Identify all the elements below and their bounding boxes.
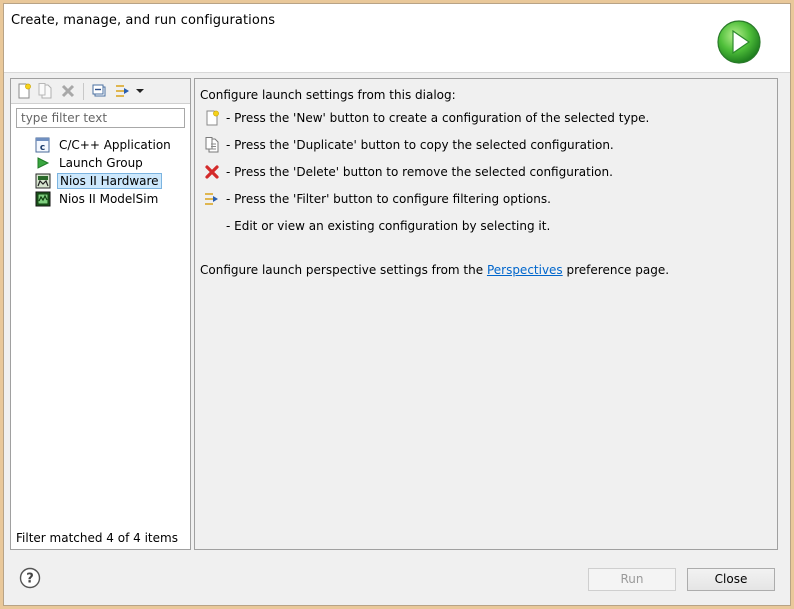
filter-icon[interactable]: [115, 83, 131, 99]
filter-status: Filter matched 4 of 4 items: [16, 531, 178, 545]
duplicate-icon: [205, 137, 219, 153]
configuration-list-panel: c C/C++ Application Launch Group Nios II…: [10, 78, 191, 550]
info-heading: Configure launch settings from this dial…: [200, 88, 456, 102]
delete-icon[interactable]: [60, 83, 76, 99]
c-application-icon: c: [35, 137, 50, 153]
tree-item-label: Nios II Hardware: [57, 173, 162, 189]
instruction-new: - Press the 'New' button to create a con…: [204, 109, 649, 127]
dialog-banner: Create, manage, and run configurations: [4, 4, 790, 73]
filter-icon: [205, 193, 218, 205]
dialog-title: Create, manage, and run configurations: [11, 13, 276, 28]
perspective-suffix: preference page.: [562, 263, 670, 277]
tree-item-label: C/C++ Application: [59, 138, 171, 152]
tree-item-c-application[interactable]: c C/C++ Application: [35, 136, 173, 154]
tree-item-label: Nios II ModelSim: [59, 192, 159, 206]
svg-text:?: ?: [26, 572, 34, 587]
new-configuration-icon: [206, 110, 219, 126]
dialog-window: Create, manage, and run configurations t…: [3, 3, 791, 606]
instruction-text: - Press the 'New' button to create a con…: [226, 111, 650, 125]
perspective-prefix: Configure launch perspective settings fr…: [200, 263, 487, 277]
tree-item-launch-group[interactable]: Launch Group: [35, 154, 145, 172]
instruction-delete: - Press the 'Delete' button to remove th…: [204, 163, 613, 181]
collapse-all-icon[interactable]: [92, 83, 108, 99]
instruction-text: - Press the 'Delete' button to remove th…: [226, 165, 613, 179]
nios-hardware-icon: [35, 173, 51, 189]
new-configuration-icon[interactable]: [16, 83, 32, 99]
instruction-duplicate: - Press the 'Duplicate' button to copy t…: [204, 136, 614, 154]
configuration-toolbar: [11, 79, 190, 104]
tree-item-nios-hardware[interactable]: Nios II Hardware: [35, 172, 162, 190]
perspectives-link[interactable]: Perspectives: [487, 263, 563, 277]
nios-modelsim-icon: [35, 191, 51, 207]
svg-text:c: c: [40, 143, 45, 153]
instruction-text: - Edit or view an existing configuration…: [226, 219, 551, 233]
instruction-text: - Press the 'Filter' button to configure…: [226, 192, 551, 206]
instruction-filter: - Press the 'Filter' button to configure…: [204, 190, 551, 208]
run-icon: [717, 20, 761, 64]
duplicate-icon[interactable]: [37, 83, 53, 99]
perspective-settings-text: Configure launch perspective settings fr…: [200, 263, 669, 277]
tree-item-label: Launch Group: [59, 156, 143, 170]
launch-group-icon: [37, 157, 50, 169]
configuration-info-panel: Configure launch settings from this dial…: [194, 78, 778, 550]
run-button[interactable]: Run: [588, 568, 676, 591]
tree-item-nios-modelsim[interactable]: Nios II ModelSim: [35, 190, 160, 208]
delete-icon: [205, 165, 219, 179]
instruction-edit: - Edit or view an existing configuration…: [204, 217, 550, 235]
filter-input[interactable]: [16, 108, 185, 128]
toolbar-separator: [83, 83, 84, 100]
help-icon[interactable]: ?: [19, 567, 41, 589]
dropdown-arrow-icon[interactable]: [135, 83, 145, 99]
close-button[interactable]: Close: [687, 568, 775, 591]
instruction-text: - Press the 'Duplicate' button to copy t…: [226, 138, 614, 152]
